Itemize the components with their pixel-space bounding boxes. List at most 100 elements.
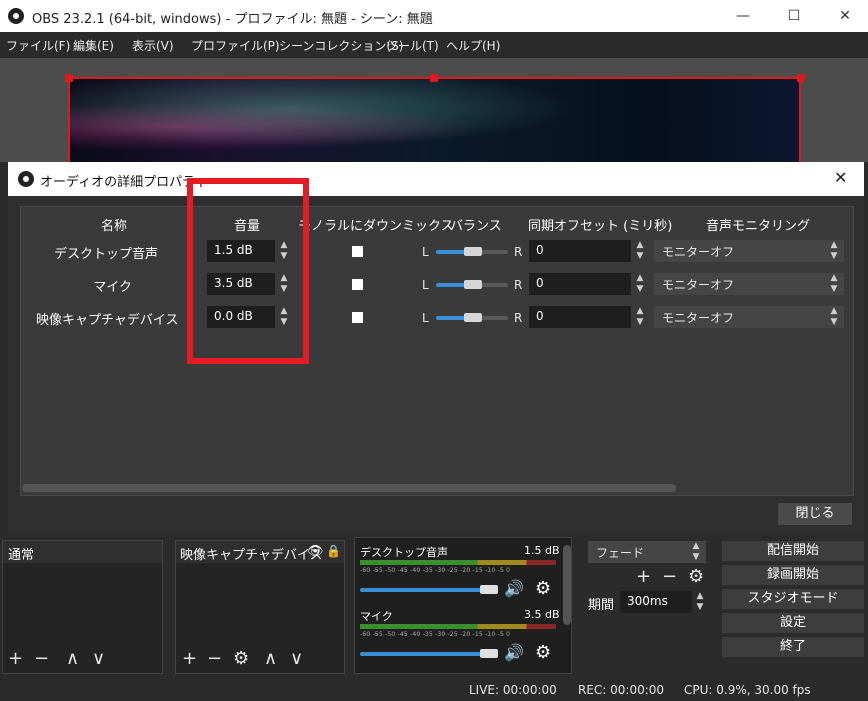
live-status: LIVE: 00:00:00 [469, 683, 557, 697]
chevron-down-icon: ▼ [692, 552, 700, 562]
volume-highlight-box [187, 178, 309, 364]
balance-left-label: L [422, 311, 429, 325]
exit-button[interactable]: 終了 [722, 637, 864, 657]
sync-offset-input[interactable]: 0 [529, 240, 631, 262]
move-down-icon[interactable]: ∨ [92, 648, 105, 669]
close-window-button[interactable]: ✕ [822, 0, 868, 32]
window-title: OBS 23.2.1 (64-bit, windows) - プロファイル: 無… [32, 12, 433, 27]
title-bar: OBS 23.2.1 (64-bit, windows) - プロファイル: 無… [0, 0, 868, 32]
balance-right-label: R [514, 311, 523, 325]
mono-checkbox[interactable] [352, 246, 363, 257]
add-icon[interactable]: + [182, 648, 197, 669]
mono-checkbox[interactable] [352, 279, 363, 290]
chevron-up-icon[interactable]: ▲ [692, 591, 708, 602]
balance-slider-handle[interactable] [464, 247, 482, 256]
sync-offset-stepper[interactable]: ▲ ▼ [632, 273, 648, 295]
menu-scene-collection[interactable]: シーンコレクション(S) [279, 37, 403, 54]
studio-mode-button[interactable]: スタジオモード [722, 589, 864, 609]
duration-stepper[interactable]: ▲ ▼ [692, 591, 708, 613]
menu-file[interactable]: ファイル(F) [6, 37, 70, 54]
chevron-up-icon[interactable]: ▲ [632, 306, 648, 317]
monitoring-select[interactable]: モニターオフ ▲ ▼ [654, 306, 844, 328]
maximize-button[interactable]: ☐ [771, 0, 817, 32]
transition-select[interactable]: フェード ▲ ▼ [588, 541, 706, 563]
move-up-icon[interactable]: ∧ [264, 648, 277, 669]
move-up-icon[interactable]: ∧ [66, 648, 79, 669]
remove-icon[interactable]: − [34, 648, 49, 669]
add-icon[interactable]: + [8, 648, 23, 669]
scene-item-label: 通常 [8, 548, 35, 563]
dialog-title-bar: オーディオの詳細プロパティ ✕ [8, 162, 864, 196]
duration-label: 期間 [588, 598, 615, 613]
horizontal-scrollbar[interactable] [22, 484, 676, 492]
speaker-icon[interactable]: 🔊 [504, 579, 524, 598]
meter-ticks: -60 -55 -50 -45 -40 -35 -30 -25 -20 -15 … [360, 567, 511, 574]
chevron-down-icon[interactable]: ▼ [692, 602, 708, 613]
add-icon[interactable]: + [636, 566, 651, 587]
remove-icon[interactable]: − [662, 566, 677, 587]
rec-status: REC: 00:00:00 [578, 683, 665, 697]
row-name: デスクトップ音声 [53, 247, 158, 262]
balance-left-label: L [422, 278, 429, 292]
volume-slider[interactable] [360, 588, 490, 592]
chevron-up-icon[interactable]: ▲ [632, 273, 648, 284]
menu-help[interactable]: ヘルプ(H) [446, 37, 500, 54]
chevron-down-icon: ▼ [830, 317, 838, 327]
chevron-up-icon: ▲ [830, 273, 838, 283]
chevron-down-icon[interactable]: ▼ [632, 284, 648, 295]
dialog-close-button[interactable]: 閉じる [778, 503, 852, 525]
start-recording-button[interactable]: 録画開始 [722, 565, 864, 585]
resize-handle[interactable] [430, 74, 438, 82]
resize-handle[interactable] [65, 74, 73, 82]
chevron-down-icon[interactable]: ▼ [632, 251, 648, 262]
dialog-title: オーディオの詳細プロパティ [40, 175, 208, 190]
move-down-icon[interactable]: ∨ [290, 648, 303, 669]
status-bar: LIVE: 00:00:00 REC: 00:00:00 CPU: 0.9%, … [0, 680, 868, 701]
volume-slider[interactable] [360, 652, 490, 656]
gear-icon[interactable]: ⚙ [535, 642, 551, 663]
duration-input[interactable]: 300ms [620, 591, 692, 613]
monitoring-select[interactable]: モニターオフ ▲ ▼ [654, 273, 844, 295]
balance-right-label: R [514, 278, 523, 292]
settings-button[interactable]: 設定 [722, 613, 864, 633]
menu-tools[interactable]: ツール(T) [386, 37, 439, 54]
chevron-down-icon[interactable]: ▼ [632, 317, 648, 328]
menu-view[interactable]: 表示(V) [132, 37, 174, 54]
menu-edit[interactable]: 編集(E) [73, 37, 114, 54]
eye-icon[interactable]: 👁 [307, 544, 324, 559]
speaker-icon[interactable]: 🔊 [504, 643, 524, 662]
column-header-monitoring: 音声モニタリング [706, 219, 811, 234]
menu-profile[interactable]: プロファイル(P) [191, 37, 280, 54]
volume-slider-handle[interactable] [480, 649, 498, 658]
remove-icon[interactable]: − [207, 648, 222, 669]
balance-slider-handle[interactable] [464, 313, 482, 322]
meter-ticks: -60 -55 -50 -45 -40 -35 -30 -25 -20 -15 … [360, 631, 511, 638]
mixer-channel-name: デスクトップ音声 [360, 546, 448, 559]
lock-icon[interactable]: 🔒 [326, 544, 341, 558]
gear-icon[interactable]: ⚙ [688, 566, 704, 587]
volume-meter [360, 624, 556, 629]
sync-offset-input[interactable]: 0 [529, 273, 631, 295]
sync-offset-input[interactable]: 0 [529, 306, 631, 328]
sync-offset-stepper[interactable]: ▲ ▼ [632, 240, 648, 262]
gear-icon[interactable]: ⚙ [233, 648, 249, 669]
mono-checkbox[interactable] [352, 312, 363, 323]
volume-slider-handle[interactable] [480, 585, 498, 594]
resize-handle[interactable] [797, 74, 805, 82]
column-header-sync-offset: 同期オフセット (ミリ秒) [528, 219, 673, 234]
column-header-balance: バランス [450, 219, 502, 234]
chevron-up-icon[interactable]: ▲ [632, 240, 648, 251]
mixer-scrollbar[interactable] [563, 545, 571, 625]
balance-slider-handle[interactable] [464, 280, 482, 289]
monitoring-select[interactable]: モニターオフ ▲ ▼ [654, 240, 844, 262]
sync-offset-stepper[interactable]: ▲ ▼ [632, 306, 648, 328]
dialog-close-icon[interactable]: ✕ [834, 168, 847, 187]
chevron-up-icon: ▲ [830, 240, 838, 250]
gear-icon[interactable]: ⚙ [535, 578, 551, 599]
chevron-up-icon: ▲ [830, 306, 838, 316]
mixer-channel-level: 3.5 dB [524, 608, 560, 621]
volume-meter [360, 560, 556, 565]
minimize-button[interactable]: — [720, 0, 766, 32]
start-streaming-button[interactable]: 配信開始 [722, 541, 864, 561]
source-item-label: 映像キャプチャデバイス [180, 548, 323, 563]
